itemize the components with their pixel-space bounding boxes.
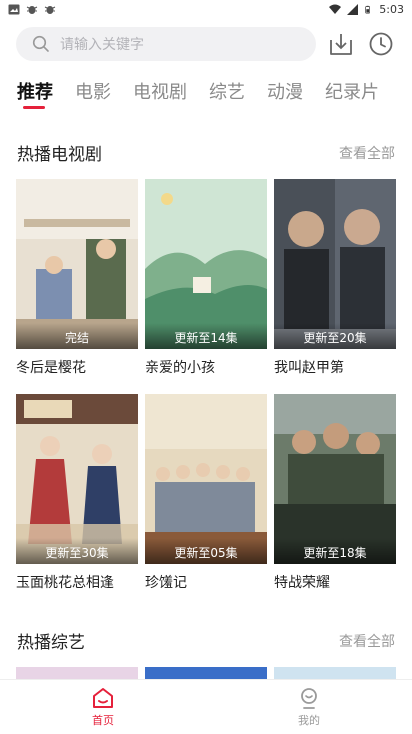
bug-icon xyxy=(26,5,38,14)
section-title: 热播电视剧 xyxy=(17,145,102,165)
wifi-icon xyxy=(329,4,342,14)
see-all-link[interactable]: 查看全部 xyxy=(339,143,395,163)
tab-label: 电影 xyxy=(75,82,111,103)
show-card[interactable]: 完结 冬后是樱花 xyxy=(16,179,138,394)
episode-badge: 更新至30集 xyxy=(16,538,138,564)
show-poster: 更新至05集 xyxy=(145,394,267,564)
show-title: 我叫赵甲第 xyxy=(274,360,344,376)
episode-badge: 完结 xyxy=(16,323,138,349)
show-card[interactable]: 更新至18集 特战荣耀 xyxy=(274,394,396,609)
bottom-navigation: 首页 我的 xyxy=(0,679,412,734)
status-time: 5:03 xyxy=(379,2,404,16)
status-right: 5:03 xyxy=(329,3,404,16)
battery-icon xyxy=(365,5,371,13)
show-poster: 完结 xyxy=(16,179,138,349)
tab-label: 综艺 xyxy=(209,82,245,103)
show-poster: 更新至14集 xyxy=(145,179,267,349)
search-icon xyxy=(32,35,49,52)
tab-documentary[interactable]: 纪录片 xyxy=(325,78,379,112)
show-title: 亲爱的小孩 xyxy=(145,360,215,376)
tab-recommend[interactable]: 推荐 xyxy=(17,78,53,112)
tab-label: 电视剧 xyxy=(133,82,187,103)
signal-icon xyxy=(347,3,359,15)
search-input[interactable]: 请输入关键字 xyxy=(16,27,316,61)
show-poster: 更新至18集 xyxy=(274,394,396,564)
show-card[interactable]: 更新至14集 亲爱的小孩 xyxy=(145,179,267,394)
download-icon[interactable] xyxy=(328,31,354,57)
home-icon xyxy=(93,688,113,708)
status-left xyxy=(8,4,56,15)
tab-variety[interactable]: 综艺 xyxy=(209,78,245,112)
episode-badge: 更新至20集 xyxy=(274,323,396,349)
nav-label: 我的 xyxy=(298,714,320,727)
episode-badge: 更新至05集 xyxy=(145,538,267,564)
show-poster: 更新至20集 xyxy=(274,179,396,349)
show-title: 珍馐记 xyxy=(145,575,187,591)
search-placeholder: 请输入关键字 xyxy=(60,37,144,53)
episode-badge: 更新至14集 xyxy=(145,323,267,349)
tab-tv-series[interactable]: 电视剧 xyxy=(133,78,187,112)
section-title: 热播综艺 xyxy=(17,633,85,653)
history-icon[interactable] xyxy=(368,31,394,57)
show-card[interactable]: 更新至05集 珍馐记 xyxy=(145,394,267,609)
header: 请输入关键字 xyxy=(16,27,396,61)
image-icon xyxy=(8,4,20,14)
see-all-link[interactable]: 查看全部 xyxy=(339,631,395,651)
show-title: 特战荣耀 xyxy=(274,575,330,591)
show-title: 玉面桃花总相逢 xyxy=(16,575,114,591)
active-tab-indicator xyxy=(23,106,45,109)
show-card[interactable]: 更新至20集 我叫赵甲第 xyxy=(274,179,396,394)
tab-label: 动漫 xyxy=(267,82,303,103)
tab-label: 推荐 xyxy=(17,82,53,103)
hot-tv-header: 热播电视剧 查看全部 xyxy=(17,140,395,165)
hot-tv-grid: 完结 冬后是樱花 更新至14集 亲爱的小孩 更新至20集 我叫赵甲第 更新至30… xyxy=(16,179,396,609)
category-tabs: 推荐 电影 电视剧 综艺 动漫 纪录片 xyxy=(17,78,401,112)
show-card[interactable]: 更新至30集 玉面桃花总相逢 xyxy=(16,394,138,609)
tab-anime[interactable]: 动漫 xyxy=(267,78,303,112)
bug-icon xyxy=(44,5,56,14)
profile-icon xyxy=(301,688,317,709)
show-poster: 更新至30集 xyxy=(16,394,138,564)
episode-badge: 更新至18集 xyxy=(274,538,396,564)
hot-variety-header: 热播综艺 查看全部 xyxy=(17,628,395,653)
nav-home[interactable]: 首页 xyxy=(0,680,206,734)
tab-label: 纪录片 xyxy=(325,82,379,103)
show-title: 冬后是樱花 xyxy=(16,360,86,376)
tab-movies[interactable]: 电影 xyxy=(75,78,111,112)
nav-profile[interactable]: 我的 xyxy=(206,680,412,734)
nav-label: 首页 xyxy=(92,714,114,727)
status-bar: 5:03 xyxy=(0,0,412,18)
